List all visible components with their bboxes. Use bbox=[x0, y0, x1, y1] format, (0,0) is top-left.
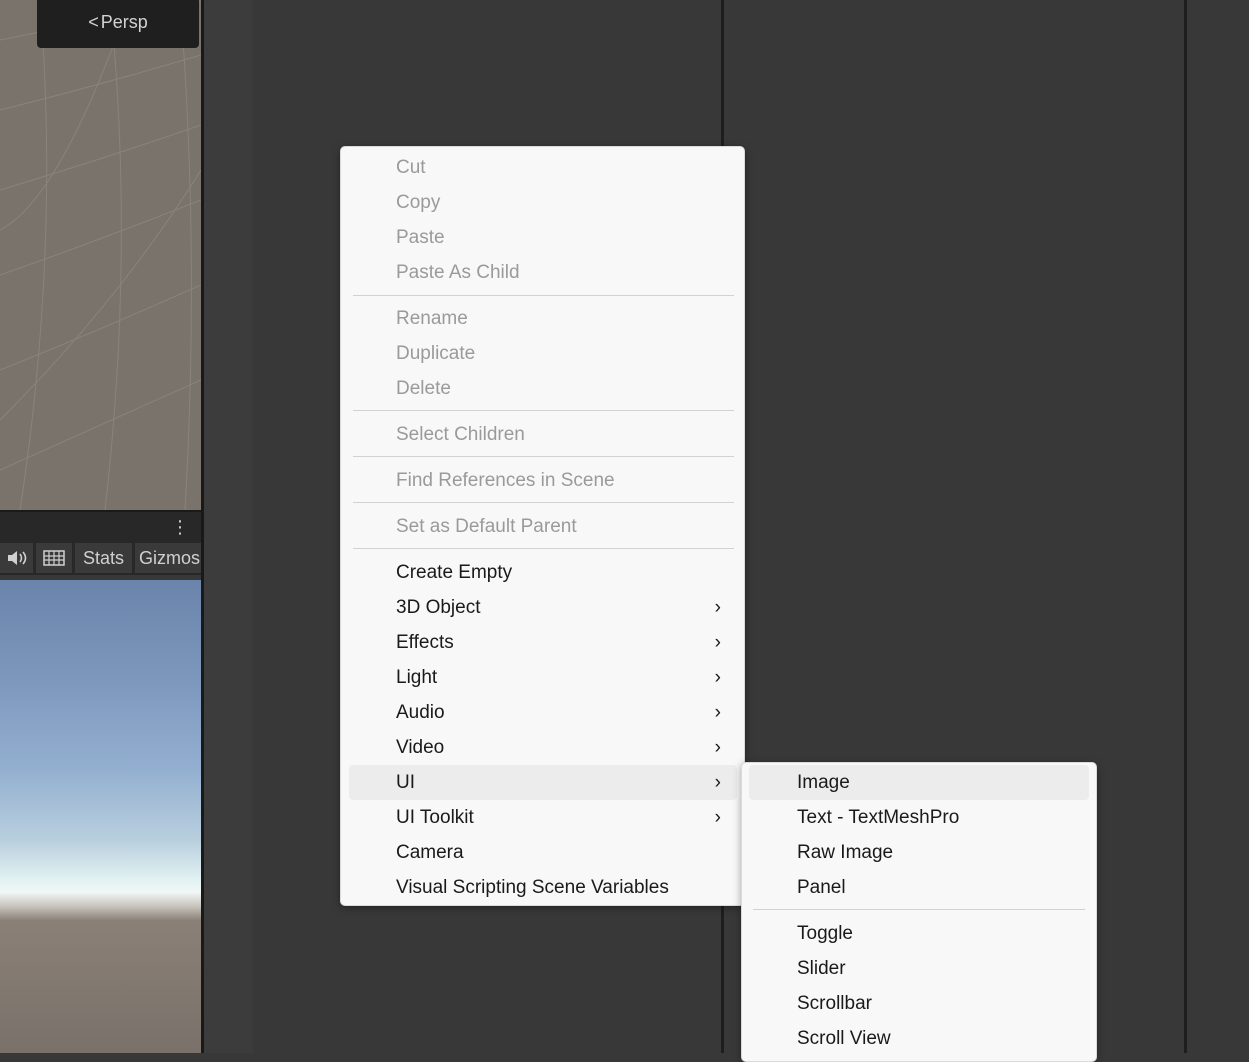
menu-item-visual-scripting-scene-variables[interactable]: Visual Scripting Scene Variables bbox=[349, 870, 737, 905]
menu-item-cut[interactable]: Cut bbox=[349, 150, 737, 185]
menu-item-paste-as-child[interactable]: Paste As Child bbox=[349, 255, 737, 290]
chevron-right-icon: › bbox=[714, 807, 721, 828]
menu-item-video[interactable]: Video › bbox=[349, 730, 737, 765]
menu-separator bbox=[353, 295, 734, 296]
game-view-toolbar: Stats Gizmos bbox=[0, 540, 201, 575]
kebab-menu-icon[interactable]: ⋮ bbox=[171, 518, 189, 536]
menu-item-paste[interactable]: Paste bbox=[349, 220, 737, 255]
perspective-toggle-button[interactable]: < Persp bbox=[37, 0, 199, 48]
gizmos-button[interactable]: Gizmos bbox=[135, 543, 201, 573]
menu-item-delete[interactable]: Delete bbox=[349, 371, 737, 406]
hierarchy-gutter bbox=[204, 0, 253, 1053]
game-view-render[interactable] bbox=[0, 580, 201, 1053]
menu-item-effects[interactable]: Effects › bbox=[349, 625, 737, 660]
menu-separator bbox=[753, 909, 1085, 910]
game-view-header: ⋮ bbox=[0, 510, 201, 542]
chevron-right-icon: › bbox=[714, 772, 721, 793]
chevron-right-icon: › bbox=[714, 632, 721, 653]
menu-item-3d-object[interactable]: 3D Object › bbox=[349, 590, 737, 625]
menu-separator bbox=[353, 502, 734, 503]
hierarchy-context-menu: Cut Copy Paste Paste As Child Rename Dup… bbox=[340, 146, 745, 906]
menu-item-audio[interactable]: Audio › bbox=[349, 695, 737, 730]
ui-submenu: Image Text - TextMeshPro Raw Image Panel… bbox=[741, 762, 1097, 1062]
stats-button[interactable]: Stats bbox=[75, 543, 132, 573]
perspective-label: Persp bbox=[100, 11, 148, 32]
submenu-item-scroll-view[interactable]: Scroll View bbox=[749, 1021, 1089, 1056]
grid-toggle-button[interactable] bbox=[36, 543, 72, 573]
menu-item-ui[interactable]: UI › bbox=[349, 765, 737, 800]
grid-icon bbox=[43, 550, 65, 566]
menu-item-camera[interactable]: Camera bbox=[349, 835, 737, 870]
scene-grid bbox=[0, 0, 201, 510]
chevron-right-icon: › bbox=[714, 702, 721, 723]
menu-item-light[interactable]: Light › bbox=[349, 660, 737, 695]
menu-separator bbox=[353, 548, 734, 549]
menu-item-find-references[interactable]: Find References in Scene bbox=[349, 463, 737, 498]
submenu-item-raw-image[interactable]: Raw Image bbox=[749, 835, 1089, 870]
menu-item-duplicate[interactable]: Duplicate bbox=[349, 336, 737, 371]
chevron-right-icon: › bbox=[714, 597, 721, 618]
menu-item-select-children[interactable]: Select Children bbox=[349, 417, 737, 452]
submenu-item-slider[interactable]: Slider bbox=[749, 951, 1089, 986]
menu-item-copy[interactable]: Copy bbox=[349, 185, 737, 220]
submenu-item-text-textmeshpro[interactable]: Text - TextMeshPro bbox=[749, 800, 1089, 835]
inspector-panel[interactable] bbox=[1187, 0, 1249, 1053]
audio-mute-button[interactable] bbox=[0, 543, 33, 573]
back-arrow-icon: < bbox=[88, 11, 99, 32]
submenu-item-scrollbar[interactable]: Scrollbar bbox=[749, 986, 1089, 1021]
submenu-item-toggle[interactable]: Toggle bbox=[749, 916, 1089, 951]
menu-separator bbox=[353, 456, 734, 457]
menu-item-rename[interactable]: Rename bbox=[349, 301, 737, 336]
menu-item-ui-toolkit[interactable]: UI Toolkit › bbox=[349, 800, 737, 835]
chevron-right-icon: › bbox=[714, 737, 721, 758]
scene-view[interactable]: < Persp bbox=[0, 0, 201, 510]
menu-separator bbox=[353, 410, 734, 411]
submenu-item-image[interactable]: Image bbox=[749, 765, 1089, 800]
menu-item-set-default-parent[interactable]: Set as Default Parent bbox=[349, 509, 737, 544]
submenu-item-panel[interactable]: Panel bbox=[749, 870, 1089, 905]
chevron-right-icon: › bbox=[714, 667, 721, 688]
speaker-icon bbox=[7, 551, 26, 565]
menu-item-create-empty[interactable]: Create Empty bbox=[349, 555, 737, 590]
